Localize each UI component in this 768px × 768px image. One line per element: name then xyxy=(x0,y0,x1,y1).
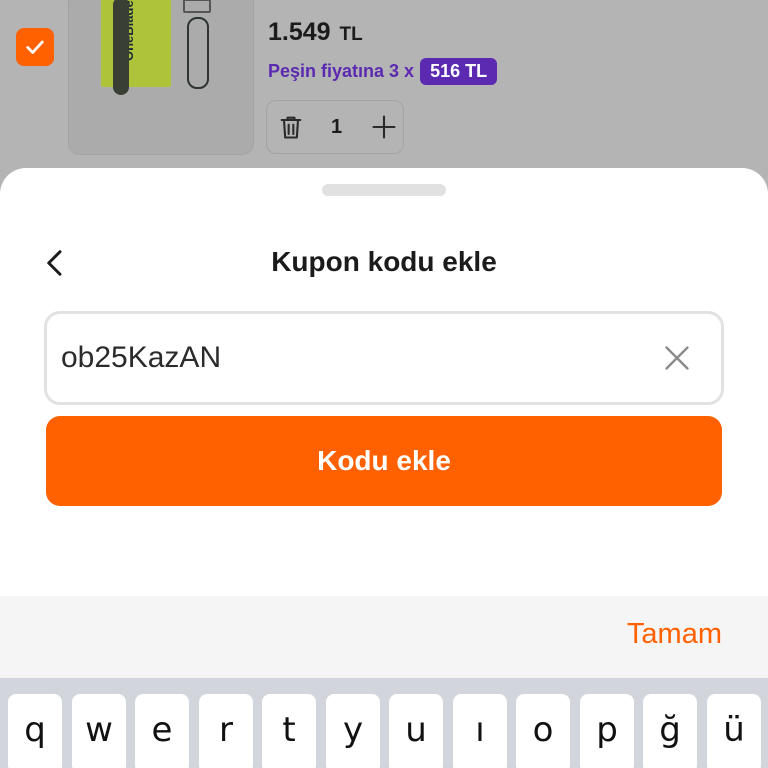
check-icon xyxy=(26,40,44,54)
key-t[interactable]: t xyxy=(262,694,316,768)
key-dotless-i[interactable]: ı xyxy=(453,694,507,768)
price-currency: TL xyxy=(339,24,363,45)
product-image[interactable]: OneBlade xyxy=(68,0,254,155)
key-u[interactable]: u xyxy=(389,694,443,768)
key-e[interactable]: e xyxy=(135,694,189,768)
cable-shape xyxy=(187,17,209,89)
sheet-title: Kupon kodu ekle xyxy=(271,246,497,277)
clear-close-icon[interactable] xyxy=(663,344,691,372)
trash-icon[interactable] xyxy=(277,113,305,141)
key-g-breve[interactable]: ğ xyxy=(643,694,697,768)
installment-info: Peşin fiyatına 3 x 516 TL xyxy=(268,58,498,85)
key-r[interactable]: r xyxy=(199,694,253,768)
price-amount: 1.549 xyxy=(268,18,331,46)
item-price: 1.549 TL xyxy=(268,18,363,47)
installment-badge: 516 TL xyxy=(420,58,498,85)
razor-shape xyxy=(113,0,129,95)
key-y[interactable]: y xyxy=(326,694,380,768)
key-q[interactable]: q xyxy=(8,694,62,768)
installment-text: Peşin fiyatına 3 x xyxy=(268,61,415,81)
coupon-code-input[interactable] xyxy=(61,314,641,402)
sheet-drag-handle[interactable] xyxy=(322,184,446,196)
key-u-umlaut[interactable]: ü xyxy=(707,694,761,768)
quantity-value: 1 xyxy=(331,115,343,138)
coupon-input-container xyxy=(44,311,724,405)
key-o[interactable]: o xyxy=(516,694,570,768)
quantity-stepper: 1 xyxy=(266,100,404,154)
charger-shape xyxy=(183,0,211,13)
item-select-checkbox[interactable] xyxy=(16,28,54,66)
done-button[interactable]: Tamam xyxy=(627,618,722,651)
keyboard: q w e r t y u ı o p ğ ü xyxy=(0,678,768,768)
key-p[interactable]: p xyxy=(580,694,634,768)
add-code-button[interactable]: Kodu ekle xyxy=(46,416,722,506)
plus-icon[interactable] xyxy=(370,113,398,141)
key-w[interactable]: w xyxy=(72,694,126,768)
product-package: OneBlade xyxy=(101,0,171,87)
keyboard-toolbar: Tamam xyxy=(0,596,768,678)
